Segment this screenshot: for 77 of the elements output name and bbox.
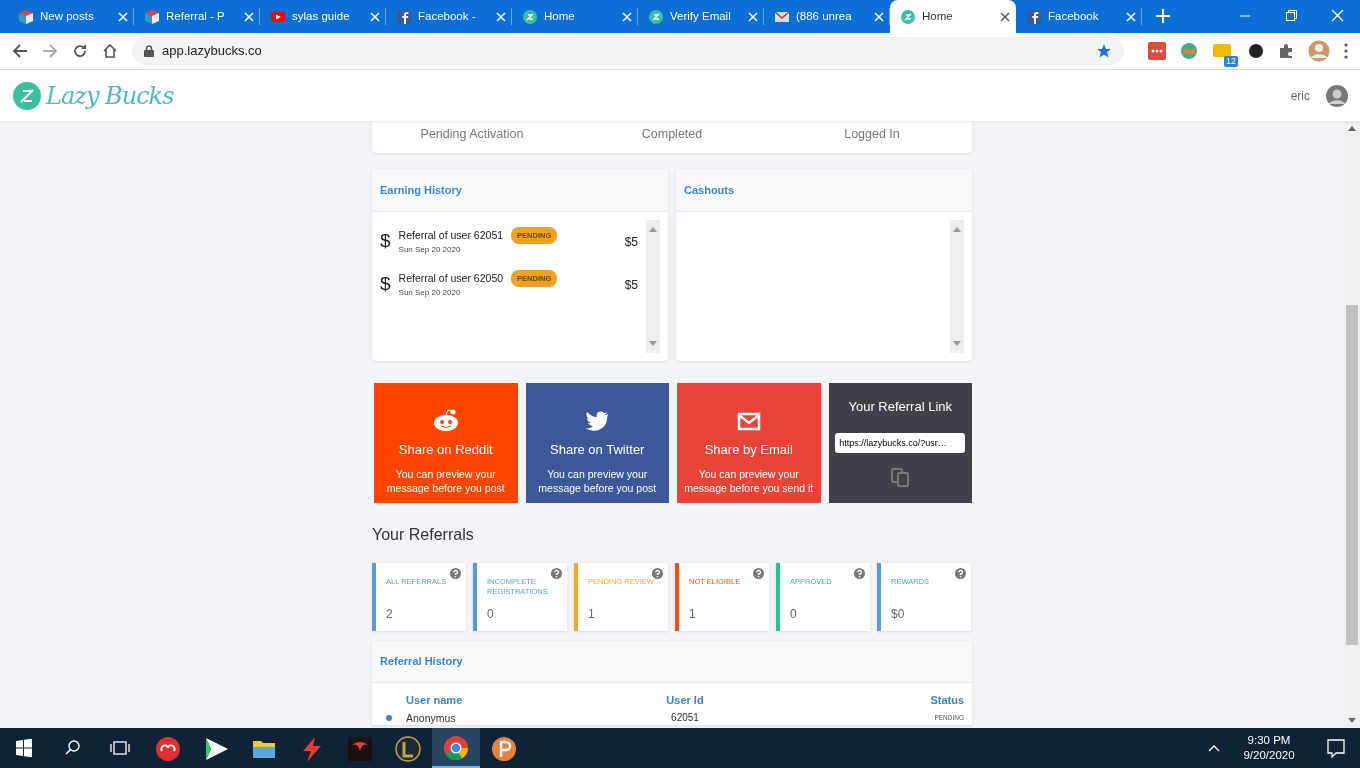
stat-value: 1 xyxy=(689,607,696,621)
help-icon[interactable] xyxy=(753,568,764,579)
browser-tab[interactable]: Home xyxy=(890,0,1016,33)
taskbar-app[interactable] xyxy=(432,728,480,768)
new-tab-icon[interactable] xyxy=(1156,9,1170,23)
star-icon[interactable] xyxy=(1096,43,1112,59)
reddit-icon xyxy=(431,407,460,432)
column-header: Status xyxy=(929,692,964,708)
scrollbar[interactable] xyxy=(1344,121,1360,728)
clock-date[interactable]: 9/20/2020 xyxy=(1243,748,1295,763)
column-header: User name xyxy=(406,692,464,708)
dollar-icon: $ xyxy=(380,227,391,256)
status-dot xyxy=(386,715,392,721)
column-header: User Id xyxy=(665,692,705,708)
facebook-icon xyxy=(396,8,412,25)
dollar-icon: $ xyxy=(380,270,391,299)
stat-value: $0 xyxy=(891,607,905,621)
copy-icon[interactable] xyxy=(890,466,911,487)
table-cell-text: Anonymus xyxy=(406,712,457,724)
summary-label: Logged In xyxy=(844,127,900,141)
stat-value: 1 xyxy=(588,607,595,621)
back-icon[interactable] xyxy=(12,43,28,59)
stat-value: 0 xyxy=(487,607,494,621)
menu-icon[interactable] xyxy=(1344,43,1348,59)
browser-tab[interactable]: Referral - P xyxy=(134,0,260,33)
item-date: Sun Sep 20 2020 xyxy=(398,287,462,300)
home-icon[interactable] xyxy=(102,43,118,59)
stat-value: 2 xyxy=(386,607,393,621)
puzzle-icon[interactable] xyxy=(1278,43,1294,59)
share-button[interactable]: Share on Twitter You can preview your message before you post xyxy=(525,383,669,503)
share-button[interactable]: Share on Reddit You can preview your message before you post xyxy=(374,383,518,503)
count-badge: 12 xyxy=(1224,56,1238,67)
scroll-down-icon[interactable] xyxy=(1348,718,1356,724)
item-amount: $5 xyxy=(624,233,638,251)
table-cell-text: 62051 xyxy=(670,712,700,724)
help-icon[interactable] xyxy=(955,568,966,579)
referral-link-field[interactable]: https://lazybucks.co/?usr… xyxy=(835,432,966,453)
avatar[interactable] xyxy=(1326,84,1348,107)
clock-time[interactable]: 9:30 PM xyxy=(1247,733,1291,748)
browser-tab[interactable]: Verify Email xyxy=(638,0,764,33)
section-heading: Your Referrals xyxy=(372,525,475,545)
help-icon[interactable] xyxy=(854,568,865,579)
help-icon[interactable] xyxy=(551,568,562,579)
circle-icon[interactable] xyxy=(1248,43,1264,59)
chevron-up-icon[interactable] xyxy=(1208,744,1220,752)
lock-icon xyxy=(144,45,154,57)
browser-tab[interactable]: New posts xyxy=(8,0,134,33)
panel-title: Your Referral Link xyxy=(848,398,953,416)
item-date: Sun Sep 20 2020 xyxy=(398,244,462,257)
stat-value: 0 xyxy=(790,607,797,621)
scroll-up-icon[interactable] xyxy=(1348,125,1356,131)
share-button[interactable]: Share by Email You can preview your message before you send it xyxy=(677,383,821,503)
summary-label: Pending Activation xyxy=(420,127,524,141)
cube-icon xyxy=(144,8,160,25)
avatar[interactable] xyxy=(1308,40,1330,62)
summary-label: Completed xyxy=(641,127,703,141)
browser-tab[interactable]: Facebook - xyxy=(386,0,512,33)
user-name[interactable]: eric xyxy=(1290,86,1310,105)
browser-tab[interactable]: sylas guide xyxy=(260,0,386,33)
panel-title: Earning History xyxy=(380,182,462,198)
item-amount: $5 xyxy=(624,276,638,294)
item-title: Referral of user 62050 xyxy=(398,270,504,286)
help-icon[interactable] xyxy=(450,568,461,579)
browser-tab[interactable]: Home xyxy=(512,0,638,33)
envelope-icon xyxy=(774,8,790,25)
panel-title: Referral History xyxy=(380,654,463,670)
item-title: Referral of user 62051 xyxy=(398,227,504,243)
cube-icon xyxy=(18,8,34,25)
reload-icon[interactable] xyxy=(72,43,88,59)
close-icon[interactable] xyxy=(1000,11,1010,22)
extension-icon[interactable] xyxy=(1148,42,1166,60)
help-icon[interactable] xyxy=(652,568,663,579)
address-bar[interactable]: app.lazybucks.co xyxy=(132,37,1124,65)
facebook-icon xyxy=(1026,8,1042,25)
browser-tab[interactable]: Facebook xyxy=(1016,0,1142,33)
panel-title: Cashouts xyxy=(684,182,735,198)
globe-icon[interactable] xyxy=(1180,42,1198,60)
